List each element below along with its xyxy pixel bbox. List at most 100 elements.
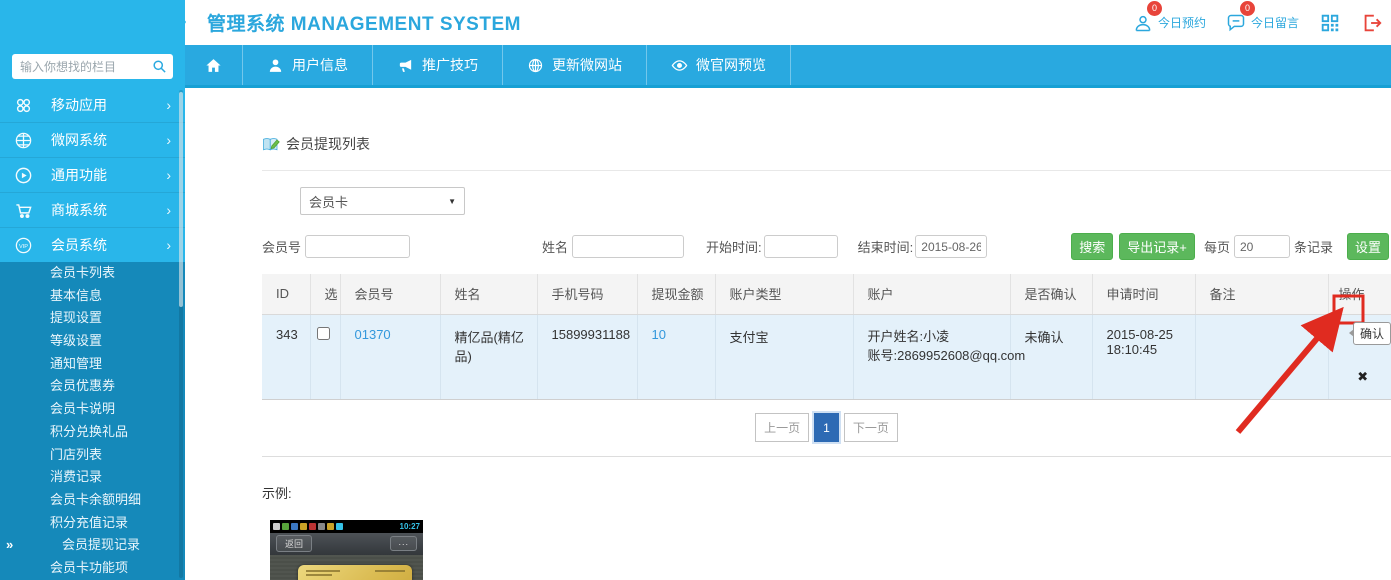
- account-holder: 开户姓名:小凌: [868, 327, 1002, 346]
- chevron-right-icon: ›: [166, 132, 171, 148]
- sidebar-menu: 移动应用 › 微网系统 › 通用功能 › 商城系统 › VIP 会员系统: [0, 88, 185, 263]
- submenu-balance-detail[interactable]: 会员卡余额明细: [0, 489, 185, 512]
- submenu-points-recharge[interactable]: 积分充值记录: [0, 512, 185, 535]
- submenu-notice-mgmt[interactable]: 通知管理: [0, 353, 185, 376]
- sidebar-item-microweb[interactable]: 微网系统 ›: [0, 123, 185, 158]
- col-id: ID: [262, 274, 310, 314]
- nav-label: 更新微网站: [552, 55, 622, 75]
- section-title: 会员提现列表: [286, 134, 370, 154]
- home-icon: [205, 57, 222, 74]
- submenu-store-list[interactable]: 门店列表: [0, 444, 185, 467]
- submenu-card-functions[interactable]: 会员卡功能项: [0, 557, 185, 580]
- prev-page-button[interactable]: 上一页: [755, 413, 809, 442]
- col-select: 选: [310, 274, 340, 314]
- example-label: 示例:: [262, 483, 1391, 502]
- chevron-right-icon: ›: [166, 202, 171, 218]
- page-title: 管理系统 MANAGEMENT SYSTEM: [185, 9, 521, 36]
- per-page-input[interactable]: [1234, 235, 1290, 258]
- member-no-label: 会员号: [262, 237, 301, 256]
- settings-button[interactable]: 设置: [1347, 233, 1389, 260]
- name-input[interactable]: [572, 235, 684, 258]
- header: 管理系统 MANAGEMENT SYSTEM 0 今日预约 0 今日留言: [185, 0, 1391, 45]
- cell-id: 343: [262, 314, 310, 399]
- nav-update-site[interactable]: 更新微网站: [503, 45, 647, 85]
- submenu-withdraw-settings[interactable]: 提现设置: [0, 307, 185, 330]
- row-checkbox[interactable]: [317, 327, 330, 340]
- sidebar-item-mobile-apps[interactable]: 移动应用 ›: [0, 88, 185, 123]
- active-marker-icon: »: [6, 534, 13, 557]
- member-no-input[interactable]: [305, 235, 410, 258]
- member-no-link[interactable]: 01370: [355, 327, 391, 342]
- submenu-points-gifts[interactable]: 积分兑换礼品: [0, 421, 185, 444]
- submenu-level-settings[interactable]: 等级设置: [0, 330, 185, 353]
- card-type-select[interactable]: 会员卡 ▼: [300, 187, 465, 215]
- chevron-down-icon: ▼: [448, 197, 456, 206]
- status-icons: [273, 523, 280, 530]
- sidebar-item-label: 移动应用: [51, 95, 107, 115]
- booking-badge: 0: [1147, 1, 1162, 16]
- cell-account: 开户姓名:小凌 账号:2869952608@qq.com: [853, 314, 1010, 399]
- nav-site-preview[interactable]: 微官网预览: [647, 45, 791, 85]
- sidebar-scrollbar-thumb[interactable]: [179, 92, 183, 307]
- name-label: 姓名: [542, 237, 568, 256]
- today-message[interactable]: 0 今日留言: [1226, 13, 1299, 33]
- reject-button[interactable]: ✖: [1357, 369, 1368, 385]
- end-time-label: 结束时间:: [858, 237, 914, 256]
- person-icon: [267, 57, 284, 74]
- submenu-basic-info[interactable]: 基本信息: [0, 285, 185, 308]
- nav-home[interactable]: [185, 45, 243, 85]
- section-title-row: 会员提现列表: [262, 134, 1391, 154]
- menu-search-input[interactable]: [20, 60, 152, 74]
- col-account: 账户: [853, 274, 1010, 314]
- cell-phone: 15899931188: [537, 314, 637, 399]
- sidebar-item-label: 商城系统: [51, 200, 107, 220]
- chevron-right-icon: ›: [166, 237, 171, 253]
- submenu-card-desc[interactable]: 会员卡说明: [0, 398, 185, 421]
- qr-code-icon[interactable]: [1319, 12, 1341, 34]
- col-apply-time: 申请时间: [1092, 274, 1195, 314]
- eye-icon: [671, 57, 688, 74]
- sidebar-item-members[interactable]: VIP 会员系统 ›: [0, 228, 185, 263]
- globe-icon: [14, 131, 33, 150]
- user-icon: [1133, 13, 1153, 33]
- vip-icon: VIP: [14, 236, 33, 255]
- col-member-no: 会员号: [340, 274, 440, 314]
- divider: [262, 170, 1391, 171]
- col-name: 姓名: [440, 274, 537, 314]
- per-page-suffix: 条记录: [1294, 237, 1333, 256]
- col-remark: 备注: [1195, 274, 1328, 314]
- next-page-button[interactable]: 下一页: [844, 413, 898, 442]
- globe-icon: [527, 57, 544, 74]
- book-edit-icon: [262, 137, 280, 152]
- more-menu-button: ...: [390, 536, 417, 551]
- per-page-group: 每页 条记录: [1204, 235, 1333, 258]
- sidebar-item-label: 会员系统: [51, 235, 107, 255]
- header-actions: 0 今日预约 0 今日留言: [1133, 12, 1391, 34]
- submenu-consume-records[interactable]: 消费记录: [0, 466, 185, 489]
- nav-label: 推广技巧: [422, 55, 478, 75]
- export-records-button[interactable]: 导出记录+: [1119, 233, 1195, 260]
- end-time-input[interactable]: [915, 235, 987, 258]
- confirm-tooltip: 确认: [1353, 322, 1391, 345]
- start-time-input[interactable]: [764, 235, 838, 258]
- search-icon[interactable]: [152, 59, 167, 74]
- wifi-icon: [336, 523, 343, 530]
- phone-status-bar: 10:27: [270, 520, 423, 533]
- nav-promo-tips[interactable]: 推广技巧: [373, 45, 503, 85]
- sidebar-item-mall[interactable]: 商城系统 ›: [0, 193, 185, 228]
- nav-user-info[interactable]: 用户信息: [243, 45, 373, 85]
- current-page-button[interactable]: 1: [814, 413, 839, 442]
- submenu-coupons[interactable]: 会员优惠券: [0, 375, 185, 398]
- amount-link[interactable]: 10: [652, 327, 666, 342]
- submenu-card-list[interactable]: 会员卡列表: [0, 262, 185, 285]
- megaphone-icon: [397, 57, 414, 74]
- today-booking[interactable]: 0 今日预约: [1133, 13, 1206, 33]
- search-button[interactable]: 搜索: [1071, 233, 1113, 260]
- submenu-withdraw-records-active[interactable]: » 会员提现记录: [0, 534, 185, 557]
- logout-icon[interactable]: [1361, 12, 1383, 34]
- apps-icon: [14, 96, 33, 115]
- phone-nav-bar: 返回 ...: [270, 533, 423, 555]
- col-actions: 操作: [1328, 274, 1391, 314]
- sidebar-item-general[interactable]: 通用功能 ›: [0, 158, 185, 193]
- pagination: 上一页 1 下一页: [262, 400, 1391, 457]
